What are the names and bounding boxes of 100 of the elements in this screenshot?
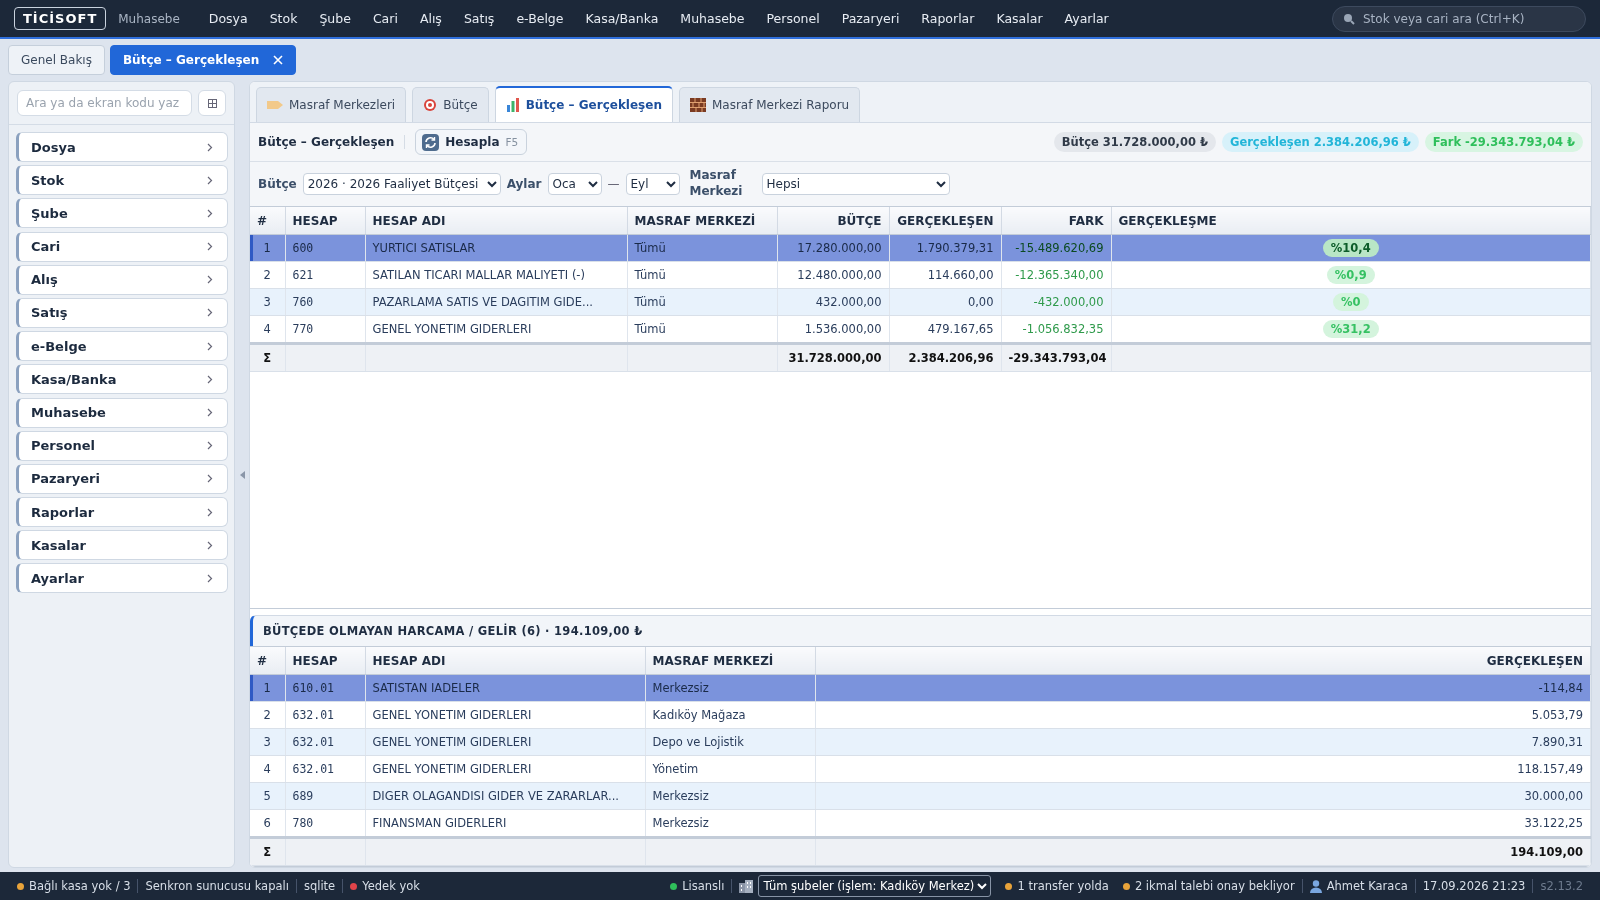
column-header[interactable]: GERÇEKLEŞME — [1111, 207, 1591, 235]
table-row[interactable]: 4 632.01 GENEL YONETIM GIDERLERI Yönetim 118.157,49 — [250, 755, 1591, 783]
column-header[interactable]: GERÇEKLEŞEN — [889, 207, 1001, 235]
status-text: 2 ikmal talebi onay bekliyor — [1134, 879, 1295, 893]
table-cell: Merkezsiz — [645, 674, 815, 702]
chevron-icon — [207, 507, 213, 517]
sidebar-item[interactable]: Satış — [16, 297, 228, 328]
summary-badge: Bütçe 31.728.000,00 ₺ — [1053, 132, 1216, 152]
cost-center-select[interactable]: Hepsi — [761, 173, 950, 195]
ratio-badge: %10,4 — [1322, 239, 1379, 257]
table-cell: -432.000,00 — [1001, 288, 1111, 316]
menu-item[interactable]: Stok — [258, 11, 309, 26]
tab[interactable]: Bütçe — [412, 87, 489, 122]
table-cell: 1.790.379,31 — [889, 234, 1001, 262]
sidebar-item[interactable]: Pazaryeri — [16, 463, 228, 494]
sidebar-item[interactable]: Stok — [16, 165, 228, 196]
column-header[interactable]: MASRAF MERKEZİ — [627, 207, 777, 235]
filter-label: Masraf Merkezi — [689, 168, 744, 200]
shortcut-hint: F5 — [505, 136, 519, 148]
section-header: BÜTÇEDE OLMAYAN HARCAMA / GELİR (6) · 194.109,00 ₺ — [250, 615, 1591, 646]
sidebar-item[interactable]: Cari — [16, 231, 228, 262]
grid-button[interactable] — [198, 90, 226, 116]
table-cell: Depo ve Lojistik — [645, 728, 815, 756]
sidebar-item[interactable]: Alış — [16, 264, 228, 295]
calculate-button[interactable]: Hesapla F5 — [415, 129, 528, 155]
chevron-icon — [207, 374, 213, 384]
logo[interactable]: TİCİSOFT — [14, 7, 107, 30]
budget-select[interactable]: 2026 · 2026 Faaliyet Bütçesi — [302, 173, 501, 195]
bricks-icon — [689, 98, 706, 112]
table-cell: Tümü — [627, 288, 777, 316]
document-tab[interactable]: Genel Bakış — [8, 45, 105, 75]
table-cell: 621 — [285, 261, 365, 289]
sidebar-item[interactable]: Muhasebe — [16, 397, 228, 428]
table-row[interactable]: 2 621 SATILAN TICARI MALLAR MALIYETI (-) Tümü 12.480.000,00 114.660,00 -12.365.340,00 %0,9 — [250, 261, 1591, 289]
table-row[interactable]: 5 689 DIGER OLAGANDISI GIDER VE ZARARLAR... Merkezsiz 30.000,00 — [250, 782, 1591, 810]
table-cell: -114,84 — [815, 674, 1591, 702]
menu-item[interactable]: Ayarlar — [1053, 11, 1120, 26]
menu-item[interactable]: Dosya — [197, 11, 259, 26]
column-header[interactable]: HESAP ADI — [365, 207, 627, 235]
tab[interactable]: Masraf Merkezleri — [256, 87, 407, 122]
status-text: Senkron sunucusu kapalı — [145, 879, 289, 893]
sidebar-item[interactable]: Raporlar — [16, 497, 228, 528]
column-header[interactable]: # — [250, 647, 285, 675]
month-select[interactable]: Oca — [547, 173, 602, 195]
table-cell: 118.157,49 — [815, 755, 1591, 783]
grid-icon — [207, 98, 217, 108]
menu-item[interactable]: Kasa/Banka — [574, 11, 670, 26]
table-cell: -15.489.620,69 — [1001, 234, 1111, 262]
table-cell: 3 — [250, 728, 285, 756]
sidebar-item[interactable]: Ayarlar — [16, 563, 228, 594]
sidebar-item[interactable]: Personel — [16, 430, 228, 461]
menu-item[interactable]: Alış — [408, 11, 453, 26]
menu-item[interactable]: Muhasebe — [669, 11, 756, 26]
branch-select[interactable]: Tüm şubeler (işlem: Kadıköy Merkez) — [758, 875, 992, 897]
column-header[interactable]: HESAP — [285, 207, 365, 235]
menu-item[interactable]: Pazaryeri — [830, 11, 911, 26]
table-row[interactable]: 3 760 PAZARLAMA SATIS VE DAGITIM GIDE... Tümü 432.000,00 0,00 -432.000,00 %0 — [250, 288, 1591, 316]
column-header[interactable]: MASRAF MERKEZİ — [645, 647, 815, 675]
column-header[interactable]: # — [250, 207, 285, 235]
tab[interactable]: Bütçe – Gerçekleşen — [494, 86, 673, 122]
sidebar-item[interactable]: Dosya — [16, 132, 228, 162]
chevron-icon — [207, 408, 213, 417]
table-cell: 4 — [250, 755, 285, 783]
table-cell: 7.890,31 — [815, 728, 1591, 756]
close-icon[interactable] — [273, 55, 284, 65]
search-field[interactable]: Stok veya cari ara (Ctrl+K) — [1332, 5, 1586, 32]
sidebar-item[interactable]: Kasa/Banka — [16, 364, 228, 395]
chevron-icon — [207, 275, 213, 285]
building-icon — [739, 879, 754, 893]
sidebar-item[interactable]: Kasalar — [16, 530, 228, 561]
menu-item[interactable]: Raporlar — [910, 11, 986, 26]
menu-item[interactable]: e-Belge — [505, 11, 575, 26]
menu-item[interactable]: Şube — [308, 11, 362, 26]
tab[interactable]: Masraf Merkezi Raporu — [678, 87, 861, 122]
sidebar-item[interactable]: e-Belge — [16, 331, 228, 362]
sidebar-item[interactable]: Şube — [16, 198, 228, 229]
chevron-icon — [207, 208, 213, 218]
summary-badge: Gerçekleşen 2.384.206,96 ₺ — [1221, 132, 1419, 152]
table-cell: GENEL YONETIM GIDERLERI — [365, 755, 645, 783]
column-header[interactable]: GERÇEKLEŞEN — [815, 647, 1591, 675]
column-header[interactable]: BÜTÇE — [777, 207, 889, 235]
column-header[interactable]: HESAP — [285, 647, 365, 675]
menu-item[interactable]: Cari — [361, 11, 409, 26]
column-header[interactable]: HESAP ADI — [365, 647, 645, 675]
document-tab[interactable]: Bütçe – Gerçekleşen — [109, 45, 297, 75]
table-row[interactable]: 1 610.01 SATISTAN IADELER Merkezsiz -114,84 — [250, 674, 1591, 702]
column-header[interactable]: FARK — [1001, 207, 1111, 235]
user-name[interactable]: Ahmet Karaca — [1326, 879, 1408, 893]
menu-item[interactable]: Satış — [452, 11, 506, 26]
table-cell: GENEL YONETIM GIDERLERI — [365, 701, 645, 729]
menu-item[interactable]: Personel — [755, 11, 831, 26]
menu-item[interactable]: Kasalar — [985, 11, 1054, 26]
table-row[interactable]: 1 600 YURTICI SATISLAR Tümü 17.280.000,00 1.790.379,31 -15.489.620,69 %10,4 — [250, 234, 1591, 262]
table-cell: -12.365.340,00 — [1001, 261, 1111, 289]
range-separator: — — [607, 177, 620, 191]
table-row[interactable]: 3 632.01 GENEL YONETIM GIDERLERI Depo ve Lojistik 7.890,31 — [250, 728, 1591, 756]
month-select[interactable]: Eyl — [625, 173, 680, 195]
table-cell: 3 — [250, 288, 285, 316]
table-row[interactable]: 2 632.01 GENEL YONETIM GIDERLERI Kadıköy Mağaza 5.053,79 — [250, 701, 1591, 729]
chevron-icon — [207, 341, 213, 351]
